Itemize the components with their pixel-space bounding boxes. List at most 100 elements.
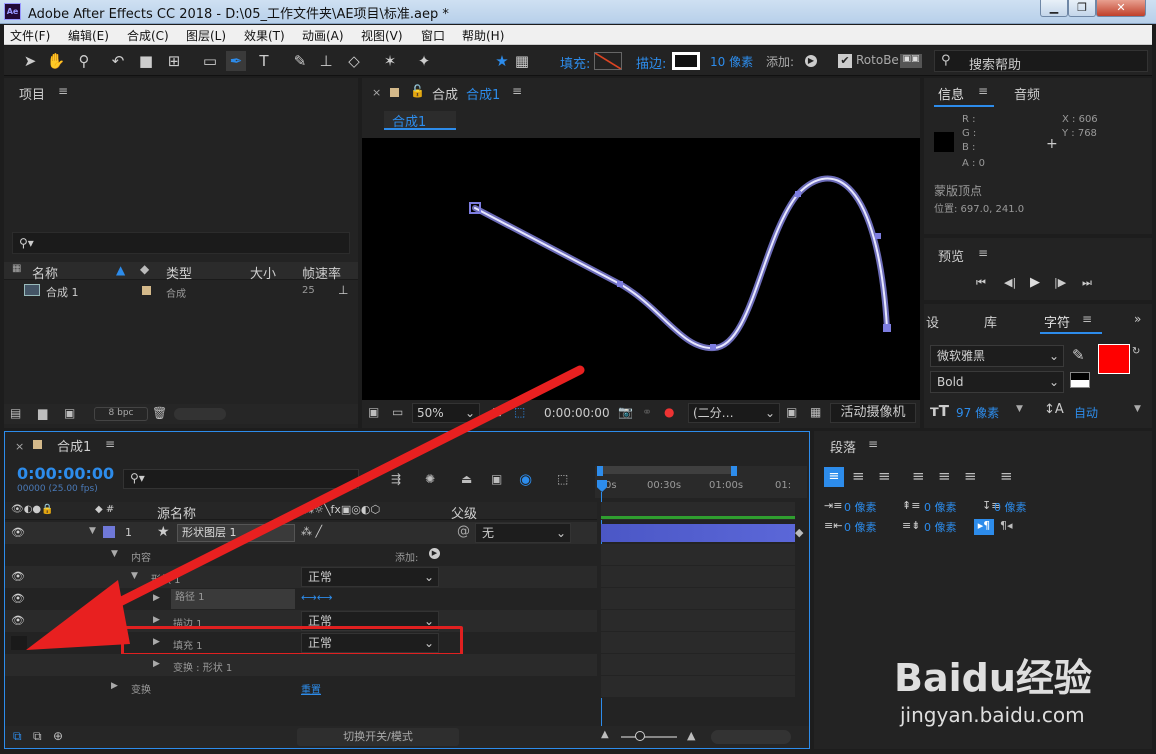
work-area-bar[interactable] [597, 466, 737, 474]
menu-view[interactable]: 视图(V) [361, 27, 403, 44]
vertex-handle[interactable] [710, 344, 716, 350]
property-row[interactable]: ▶ 变换 重置 [5, 676, 597, 698]
project-search-input[interactable]: ⚲▾ [12, 232, 350, 254]
property-row[interactable]: 👁 ▼ 形状 1 正常 ⌄ [5, 566, 597, 588]
vertex-handle[interactable] [617, 281, 623, 287]
menu-composition[interactable]: 合成(C) [127, 27, 169, 44]
chevron-down-icon[interactable]: ▼ [89, 526, 96, 536]
chevron-down-icon[interactable]: ▼ [131, 571, 138, 581]
minimize-button[interactable]: ▁ [1040, 0, 1068, 17]
close-button[interactable]: ✕ [1096, 0, 1146, 17]
swap-colors-icon[interactable]: ↻ [1132, 346, 1140, 357]
toggle-switches-modes-button[interactable]: 切换开关/模式 [297, 728, 459, 746]
in-out-toggle-icon[interactable]: ⊕ [53, 729, 63, 743]
zoom-in-icon[interactable]: ▲ [687, 729, 695, 742]
region-of-interest-icon[interactable]: ▣ [786, 405, 797, 419]
property-row[interactable]: 👁 ▶ 路径 1 ⟷⟷ [5, 588, 597, 610]
layer-switches-toggle-icon[interactable]: ⧉ [13, 729, 22, 744]
work-area-start-handle[interactable] [597, 466, 603, 476]
more-panels-icon[interactable]: » [1134, 312, 1141, 326]
eye-icon[interactable]: 👁 [11, 570, 25, 584]
stroke-swatch[interactable] [672, 52, 700, 70]
parent-dropdown[interactable]: 无 ⌄ [475, 523, 571, 543]
project-row[interactable]: 合成 1 合成 25 ⊥ [4, 282, 358, 300]
fill-swatch[interactable] [594, 52, 622, 70]
shy-layers-icon[interactable]: ⏏ [461, 472, 472, 486]
property-row[interactable]: ▶ 变换 : 形状 1 [5, 654, 597, 676]
eraser-tool-icon[interactable]: ◇ [344, 51, 364, 71]
zoom-tool-icon[interactable]: ⚲ [74, 51, 94, 71]
panel-menu-icon[interactable]: ≡ [978, 246, 988, 260]
space-before-value[interactable]: 0 像素 [924, 499, 957, 515]
graph-editor-icon[interactable]: ⬚ [557, 472, 568, 486]
stroke-size[interactable]: 10 像素 [710, 53, 753, 70]
add-play-icon[interactable]: ▶ [429, 548, 440, 559]
space-after-value[interactable]: 0 像素 [924, 519, 957, 535]
leading-value[interactable]: 自动 [1074, 404, 1098, 421]
next-frame-icon[interactable]: |▶ [1054, 276, 1066, 289]
layer-row[interactable]: 👁 ▼ 1 ★ 形状图层 1 ⁂ ╱ @ 无 ⌄ [5, 522, 597, 544]
roto-brush-tool-icon[interactable]: ✶ [380, 51, 400, 71]
last-frame-icon[interactable]: ⏭ [1082, 276, 1092, 290]
timeline-timecode[interactable]: 0:00:00:00 [17, 464, 114, 483]
justify-right-icon[interactable]: ≡ [964, 467, 977, 485]
resolution-dropdown[interactable]: (二分… ⌄ [688, 403, 780, 423]
star-icon[interactable]: ★ [492, 51, 512, 71]
eye-icon[interactable]: 👁 [11, 526, 25, 540]
mask-visibility-icon[interactable]: ⬚ [514, 405, 525, 419]
pen-tool-icon[interactable]: ✒ [226, 51, 246, 71]
selection-tool-icon[interactable]: ➤ [20, 51, 40, 71]
show-snapshot-icon[interactable]: ⚭ [642, 405, 652, 419]
eye-icon[interactable]: 👁 [11, 592, 25, 606]
col-parent[interactable]: 父级 [451, 503, 477, 522]
font-size-value[interactable]: 97 像素 [956, 404, 999, 421]
type-tool-icon[interactable]: T [254, 51, 274, 71]
add-play-icon[interactable]: ▶ [805, 55, 817, 67]
mask-path-icons[interactable]: ⟷⟷ [301, 591, 333, 604]
libraries-tab[interactable]: 库 [984, 312, 997, 331]
info-tab[interactable]: 信息 [938, 84, 964, 103]
character-tab[interactable]: 字符 [1044, 312, 1070, 331]
chevron-right-icon[interactable]: ▶ [153, 593, 160, 603]
label-tag-icon[interactable]: ◆ [140, 262, 149, 276]
eye-icon[interactable]: 👁 [11, 614, 25, 628]
grid-icon[interactable]: ▦ [512, 51, 532, 71]
track-area[interactable] [601, 544, 795, 698]
align-center-icon[interactable]: ≡ [852, 467, 865, 485]
current-time[interactable]: 0:00:00:00 [544, 406, 610, 420]
camera-tool-icon[interactable]: ■ [136, 51, 156, 71]
transparency-grid-icon[interactable]: ▦ [810, 405, 821, 419]
justify-center-icon[interactable]: ≡ [938, 467, 951, 485]
chevron-down-icon[interactable]: ▼ [1016, 404, 1023, 414]
modes-toggle-icon[interactable]: ⧉ [33, 729, 42, 744]
previous-frame-icon[interactable]: ◀| [1004, 276, 1016, 289]
chevron-right-icon[interactable]: ▶ [111, 681, 118, 691]
property-row[interactable]: ▼ 内容 添加: ▶ [5, 544, 597, 566]
panel-menu-icon[interactable]: ≡ [512, 84, 522, 98]
panel-menu-icon[interactable]: ≡ [978, 84, 988, 98]
bpc-button[interactable]: 8 bpc [94, 407, 148, 421]
no-color-swatch[interactable] [1070, 372, 1090, 388]
layer-switches-icons[interactable]: ⁂ ╱ [301, 525, 322, 538]
align-left-icon[interactable]: ≡ [824, 467, 844, 487]
zoom-slider-handle[interactable] [635, 731, 645, 741]
chevron-down-icon[interactable]: ▼ [1134, 404, 1141, 414]
zoom-out-icon[interactable]: ▲ [601, 729, 609, 740]
label-color-swatch[interactable] [142, 286, 151, 295]
justify-left-icon[interactable]: ≡ [912, 467, 925, 485]
eyedropper-icon[interactable]: ✎ [1072, 346, 1085, 364]
col-name[interactable]: 名称 [32, 263, 58, 282]
new-composition-icon[interactable]: ▣ [64, 406, 75, 420]
layer-name[interactable]: 形状图层 1 [177, 524, 295, 542]
menu-file[interactable]: 文件(F) [10, 27, 50, 44]
zoom-dropdown[interactable]: 50% ⌄ [412, 403, 480, 423]
timeline-scrollbar[interactable] [711, 730, 791, 744]
chevron-right-icon[interactable]: ▶ [153, 615, 160, 625]
timeline-title[interactable]: 合成1 [57, 436, 91, 455]
play-icon[interactable]: ▶ [1030, 275, 1040, 290]
sort-asc-icon[interactable]: ▲ [116, 263, 125, 277]
layer-duration-bar[interactable] [601, 524, 795, 542]
indent-left-value[interactable]: 0 像素 [844, 499, 877, 515]
zoom-slider[interactable] [621, 736, 677, 738]
frame-blending-icon[interactable]: ▣ [491, 472, 502, 486]
